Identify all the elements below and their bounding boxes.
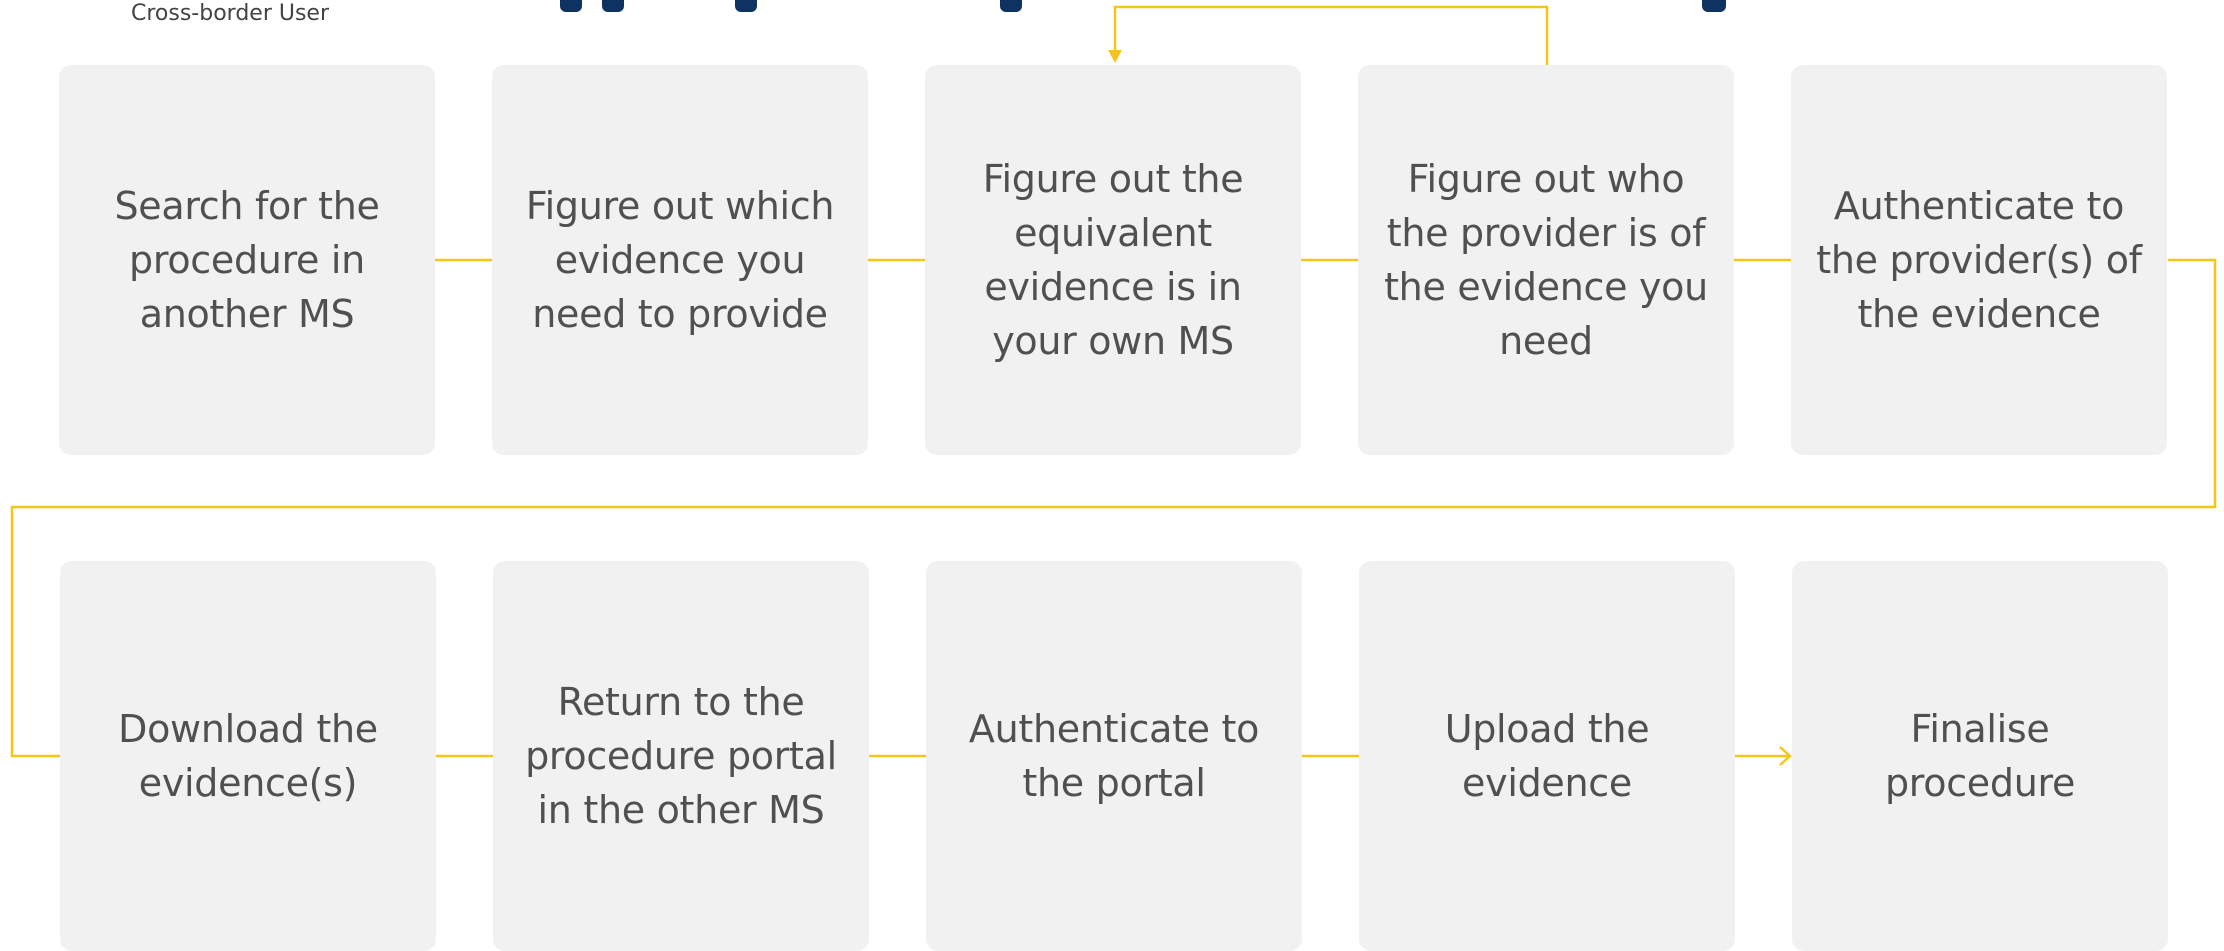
arrowhead: [1779, 746, 1792, 766]
step-label: Authenticate to the portal: [968, 707, 1260, 805]
title-fragment: [602, 0, 624, 12]
subtitle: Cross-border User: [131, 1, 330, 26]
loop-arrowhead: [1108, 50, 1122, 63]
journey-diagram: Cross-border User Search for the procedu…: [0, 0, 2224, 951]
step-label: Figure out which evidence you need to pr…: [525, 184, 835, 336]
step-return-portal: Return to the procedure portal in the ot…: [493, 561, 869, 951]
step-label: Download the evidence(s): [118, 707, 378, 805]
step-authenticate-provider: Authenticate to the provider(s) of the e…: [1791, 65, 2167, 455]
loop-connector: [1113, 5, 1549, 65]
title-fragment: [560, 0, 582, 12]
step-authenticate-portal: Authenticate to the portal: [926, 561, 1302, 951]
title-fragment: [1702, 0, 1726, 12]
step-find-provider: Figure out who the provider is of the ev…: [1358, 65, 1734, 455]
step-label: Search for the procedure in another MS: [114, 184, 380, 336]
step-search-procedure: Search for the procedure in another MS: [59, 65, 435, 455]
step-label: Finalise procedure: [1884, 707, 2076, 805]
step-label: Return to the procedure portal in the ot…: [525, 680, 837, 832]
step-equivalent-evidence: Figure out the equivalent evidence is in…: [925, 65, 1301, 455]
step-finalise-procedure: Finalise procedure: [1792, 561, 2168, 951]
step-label: Figure out who the provider is of the ev…: [1384, 157, 1708, 363]
step-figure-evidence: Figure out which evidence you need to pr…: [492, 65, 868, 455]
step-label: Figure out the equivalent evidence is in…: [982, 157, 1244, 363]
title-fragment: [1000, 0, 1022, 12]
step-upload-evidence: Upload the evidence: [1359, 561, 1735, 951]
step-label: Upload the evidence: [1444, 707, 1650, 805]
title-fragment: [735, 0, 757, 12]
step-label: Authenticate to the provider(s) of the e…: [1816, 184, 2142, 336]
step-download-evidence: Download the evidence(s): [60, 561, 436, 951]
